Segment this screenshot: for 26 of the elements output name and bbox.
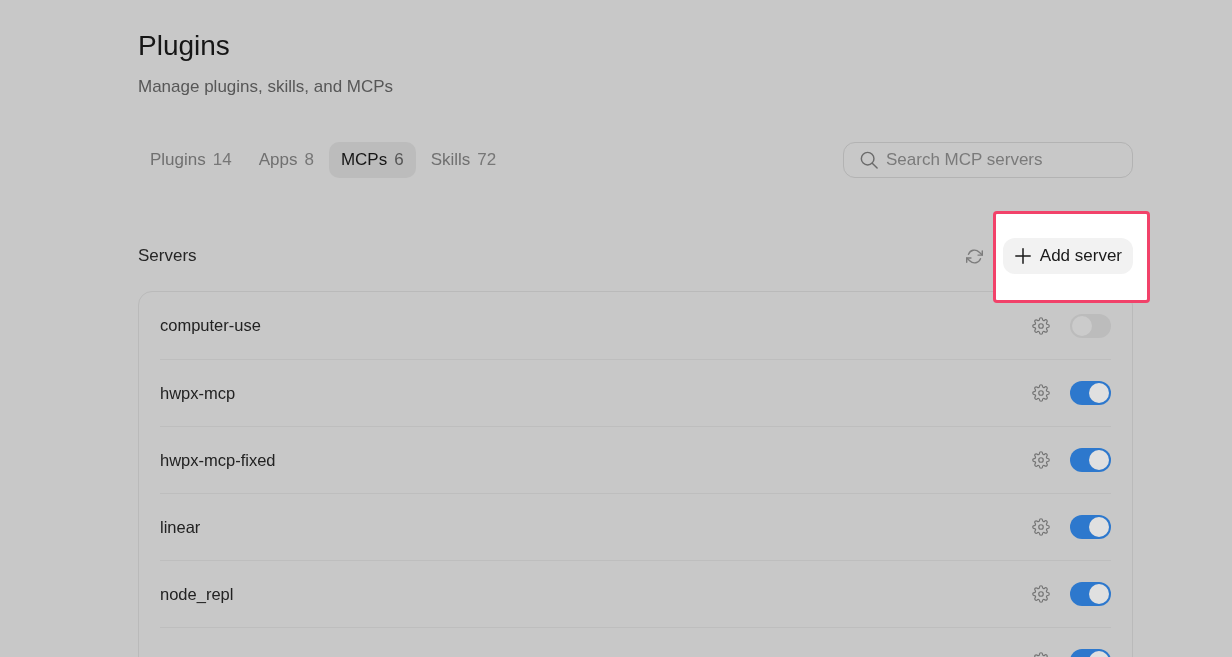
settings-icon[interactable] — [1032, 451, 1050, 469]
section-title: Servers — [138, 246, 197, 266]
plus-icon — [1014, 248, 1031, 264]
tab[interactable]: Plugins 14 — [138, 142, 244, 178]
server-name: hwpx-mcp — [160, 383, 236, 403]
settings-icon[interactable] — [1032, 585, 1050, 603]
page-subtitle: Manage plugins, skills, and MCPs — [138, 76, 394, 98]
settings-icon[interactable] — [1032, 384, 1050, 402]
toggle-switch[interactable] — [1070, 381, 1111, 405]
tab[interactable]: MCPs 6 — [328, 142, 416, 178]
refresh-icon[interactable] — [965, 247, 983, 265]
toggle-switch[interactable] — [1070, 582, 1111, 606]
tab[interactable]: Apps 8 — [246, 142, 326, 178]
tab[interactable]: Skills 72 — [418, 142, 509, 178]
search-icon — [860, 151, 878, 169]
add-server-button[interactable]: Add server — [1002, 238, 1133, 274]
server-name: computer-use — [160, 316, 261, 335]
toggle-switch[interactable] — [1070, 448, 1111, 472]
toggle-switch[interactable] — [1070, 515, 1111, 539]
settings-icon[interactable] — [1032, 316, 1050, 335]
server-name: hwpx-mcp-fixed — [160, 450, 276, 470]
server-name: node_repl — [160, 584, 234, 604]
server-name: linear — [160, 517, 201, 537]
page-title: Plugins — [138, 29, 230, 63]
search-field[interactable]: Search MCP servers — [843, 142, 1133, 178]
settings-icon[interactable] — [1032, 518, 1050, 536]
